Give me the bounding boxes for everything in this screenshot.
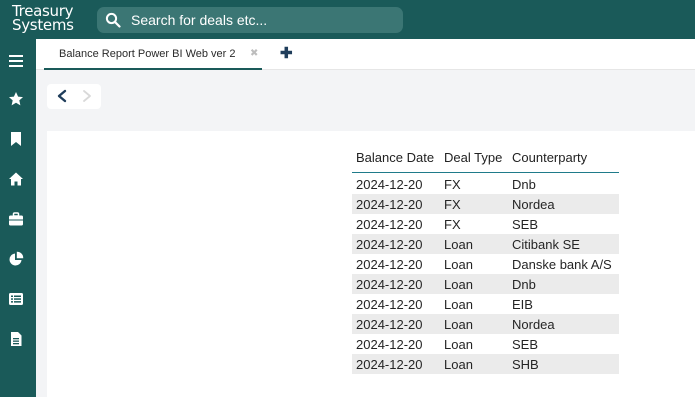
- cell-counterparty: SEB: [512, 337, 539, 352]
- cell-balance-date: 2024-12-20: [356, 357, 423, 372]
- search-icon: [105, 12, 121, 28]
- briefcase-icon[interactable]: [8, 211, 24, 227]
- document-icon[interactable]: [8, 331, 24, 347]
- cell-deal-type: Loan: [444, 257, 473, 272]
- table-body: 2024-12-20 FX Dnb 2024-12-20 FX Nordea 2…: [352, 174, 619, 374]
- table-row[interactable]: 2024-12-20 Loan Citibank SE: [352, 234, 619, 254]
- cell-balance-date: 2024-12-20: [356, 297, 423, 312]
- cell-counterparty: SEB: [512, 217, 539, 232]
- table-header: Balance Date Deal Type Counterparty: [352, 143, 619, 173]
- table-row[interactable]: 2024-12-20 Loan EIB: [352, 294, 619, 314]
- home-icon[interactable]: [8, 171, 24, 187]
- header-deal-type[interactable]: Deal Type: [444, 150, 502, 165]
- star-icon[interactable]: [8, 91, 24, 107]
- chevron-right-icon[interactable]: [81, 89, 93, 103]
- header-counterparty[interactable]: Counterparty: [512, 150, 587, 165]
- cell-balance-date: 2024-12-20: [356, 237, 423, 252]
- table-row[interactable]: 2024-12-20 Loan Danske bank A/S: [352, 254, 619, 274]
- cell-deal-type: Loan: [444, 357, 473, 372]
- navigation-buttons: [47, 84, 101, 109]
- cell-counterparty: EIB: [512, 297, 533, 312]
- sidebar: [0, 39, 36, 397]
- search-placeholder: Search for deals etc...: [131, 12, 268, 28]
- cell-counterparty: Nordea: [512, 197, 555, 212]
- logo-line-2: Systems: [12, 16, 74, 34]
- cell-deal-type: FX: [444, 177, 461, 192]
- header-balance-date[interactable]: Balance Date: [356, 150, 434, 165]
- cell-deal-type: Loan: [444, 237, 473, 252]
- table-row[interactable]: 2024-12-20 FX Dnb: [352, 174, 619, 194]
- table-row[interactable]: 2024-12-20 Loan SEB: [352, 334, 619, 354]
- tab-balance-report[interactable]: Balance Report Power BI Web ver 2 ✖: [44, 39, 262, 70]
- pie-chart-icon[interactable]: [8, 251, 24, 267]
- chevron-left-icon[interactable]: [56, 89, 68, 103]
- cell-deal-type: FX: [444, 197, 461, 212]
- table-row[interactable]: 2024-12-20 Loan Nordea: [352, 314, 619, 334]
- bookmark-icon[interactable]: [8, 131, 24, 147]
- cell-counterparty: Dnb: [512, 277, 536, 292]
- close-icon[interactable]: ✖: [250, 48, 258, 60]
- cell-counterparty: Nordea: [512, 317, 555, 332]
- table-row[interactable]: 2024-12-20 FX SEB: [352, 214, 619, 234]
- table-row[interactable]: 2024-12-20 FX Nordea: [352, 194, 619, 214]
- cell-counterparty: Danske bank A/S: [512, 257, 612, 272]
- list-icon[interactable]: [8, 291, 24, 307]
- cell-deal-type: FX: [444, 217, 461, 232]
- tab-strip: Balance Report Power BI Web ver 2 ✖ ✚: [36, 39, 695, 70]
- search-input[interactable]: Search for deals etc...: [97, 7, 403, 33]
- cell-balance-date: 2024-12-20: [356, 277, 423, 292]
- logo[interactable]: Treasury Systems: [12, 4, 74, 34]
- cell-balance-date: 2024-12-20: [356, 217, 423, 232]
- menu-icon[interactable]: [8, 53, 24, 69]
- cell-balance-date: 2024-12-20: [356, 257, 423, 272]
- balance-table: Balance Date Deal Type Counterparty 2024…: [352, 143, 619, 374]
- table-row[interactable]: 2024-12-20 Loan Dnb: [352, 274, 619, 294]
- top-bar: Treasury Systems Search for deals etc...: [0, 0, 695, 39]
- cell-deal-type: Loan: [444, 297, 473, 312]
- add-tab-icon[interactable]: ✚: [280, 46, 293, 62]
- table-row[interactable]: 2024-12-20 Loan SHB: [352, 354, 619, 374]
- cell-counterparty: Dnb: [512, 177, 536, 192]
- cell-counterparty: SHB: [512, 357, 539, 372]
- cell-deal-type: Loan: [444, 337, 473, 352]
- cell-counterparty: Citibank SE: [512, 237, 580, 252]
- cell-deal-type: Loan: [444, 277, 473, 292]
- cell-balance-date: 2024-12-20: [356, 337, 423, 352]
- tab-label: Balance Report Power BI Web ver 2: [59, 48, 236, 60]
- cell-balance-date: 2024-12-20: [356, 197, 423, 212]
- cell-balance-date: 2024-12-20: [356, 317, 423, 332]
- cell-deal-type: Loan: [444, 317, 473, 332]
- cell-balance-date: 2024-12-20: [356, 177, 423, 192]
